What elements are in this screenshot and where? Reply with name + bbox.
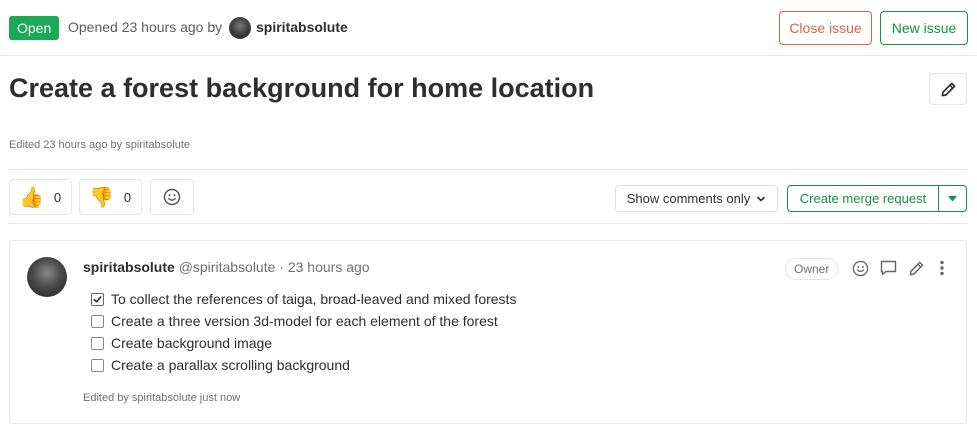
thumbs-up-award-button[interactable]: 👍 0 <box>9 179 72 215</box>
note-author-meta: @spiritabsolute · 23 hours ago <box>178 259 370 275</box>
task-label: Create background image <box>111 335 273 351</box>
author-avatar[interactable] <box>229 17 251 39</box>
issue-edited-text: Edited 23 hours ago by spiritabsolute <box>9 139 191 151</box>
opened-text: Opened 23 hours ago by <box>68 19 223 35</box>
task-list-item: Create a three version 3d-model for each… <box>91 310 516 332</box>
pencil-icon <box>909 261 923 275</box>
note-author-avatar[interactable] <box>27 257 67 297</box>
note-author-name[interactable]: spiritabsolute <box>83 259 175 275</box>
issue-description-note: spiritabsolute @spiritabsolute · 23 hour… <box>9 240 967 424</box>
thumbs-down-award-button[interactable]: 👎 0 <box>79 179 142 215</box>
close-issue-button[interactable]: Close issue <box>779 11 872 45</box>
issue-title: Create a forest background for home loca… <box>9 73 595 103</box>
divider <box>9 169 967 170</box>
task-label: Create a parallax scrolling background <box>111 357 350 373</box>
smiley-icon <box>163 188 181 206</box>
merge-request-dropdown-toggle[interactable] <box>938 185 967 212</box>
note-edit-button[interactable] <box>906 258 926 278</box>
chevron-down-icon <box>757 196 766 201</box>
task-checkbox[interactable] <box>91 292 104 306</box>
thumbs-down-count: 0 <box>123 189 132 205</box>
task-checkbox[interactable] <box>91 336 104 350</box>
task-list-item: Create a parallax scrolling background <box>91 354 516 376</box>
task-checkbox[interactable] <box>91 314 104 328</box>
add-reaction-button[interactable] <box>150 179 194 215</box>
new-issue-button[interactable]: New issue <box>880 11 968 45</box>
task-label: Create a three version 3d-model for each… <box>111 313 498 329</box>
note-author-line: spiritabsolute @spiritabsolute · 23 hour… <box>83 259 370 275</box>
note-reply-button[interactable] <box>878 258 898 278</box>
pencil-icon <box>941 82 955 96</box>
task-list-item: To collect the references of taiga, broa… <box>91 288 516 310</box>
comment-icon <box>880 260 896 276</box>
thumbs-up-count: 0 <box>53 189 62 205</box>
create-merge-request-button[interactable]: Create merge request <box>787 185 939 212</box>
kebab-icon <box>940 260 944 276</box>
divider <box>9 223 967 224</box>
thumbs-down-icon: 👎 <box>89 185 114 209</box>
task-label: To collect the references of taiga, broa… <box>111 291 517 307</box>
smiley-icon <box>852 260 868 276</box>
checkmark-icon <box>93 295 102 303</box>
comments-filter-dropdown[interactable]: Show comments only <box>615 185 778 212</box>
status-badge: Open <box>9 16 60 40</box>
note-edited-text: Edited by spiritabsolute just now <box>83 392 241 404</box>
caret-down-icon <box>948 195 957 201</box>
issue-header-bar: Open Opened 23 hours ago by spiritabsolu… <box>0 0 977 56</box>
comments-filter-label: Show comments only <box>626 191 751 206</box>
owner-badge: Owner <box>785 258 839 280</box>
task-list-item: Create background image <box>91 332 516 354</box>
thumbs-up-icon: 👍 <box>19 185 44 209</box>
note-add-reaction-button[interactable] <box>850 258 870 278</box>
note-more-actions-button[interactable] <box>932 258 952 278</box>
author-name-link[interactable]: spiritabsolute <box>256 19 348 35</box>
task-list: To collect the references of taiga, broa… <box>91 288 516 376</box>
task-checkbox[interactable] <box>91 358 104 372</box>
edit-title-button[interactable] <box>929 73 967 105</box>
